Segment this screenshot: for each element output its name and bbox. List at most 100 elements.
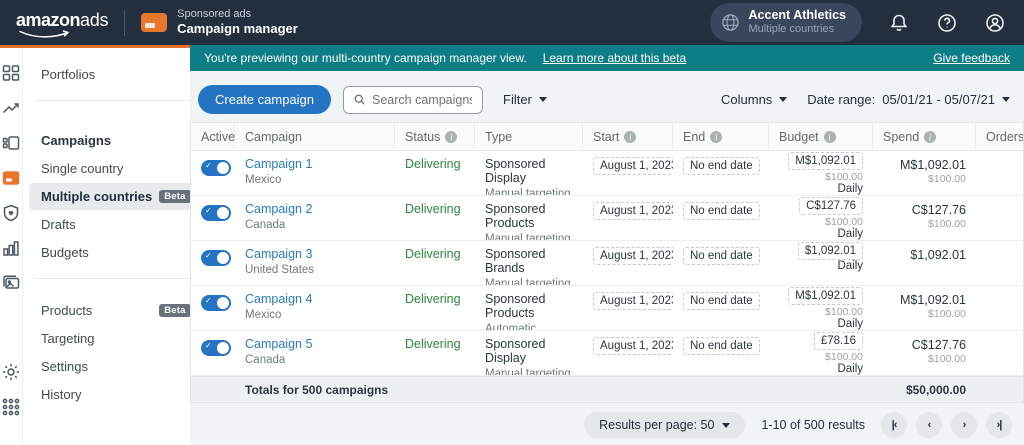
info-icon[interactable]: i <box>924 130 937 143</box>
end-date-field[interactable]: No end date <box>683 157 760 175</box>
status-badge: Delivering <box>405 247 461 261</box>
end-date-field[interactable]: No end date <box>683 202 760 220</box>
profile-icon[interactable] <box>984 12 1006 34</box>
spend-converted: $100.00 <box>928 173 966 185</box>
totals-spend: $50,000.00 <box>905 383 966 397</box>
budget-field[interactable]: $1,092.01 <box>797 242 863 260</box>
active-toggle[interactable] <box>201 340 231 356</box>
give-feedback-link[interactable]: Give feedback <box>933 51 1010 65</box>
start-date-field[interactable]: August 1, 2023 <box>593 157 673 175</box>
end-date-field[interactable]: No end date <box>683 337 760 355</box>
banner-message: You're previewing our multi-country camp… <box>204 51 527 65</box>
sidebar-item-budgets[interactable]: Budgets <box>29 239 203 266</box>
start-date-field[interactable]: August 1, 2023 <box>593 337 673 355</box>
notifications-bell-icon[interactable] <box>888 12 910 34</box>
first-page-button[interactable]: |‹ <box>881 412 907 438</box>
start-date-field[interactable]: August 1, 2023 <box>593 292 673 310</box>
learn-more-link[interactable]: Learn more about this beta <box>543 51 686 65</box>
active-toggle[interactable] <box>201 250 231 266</box>
table-row: Campaign 2 Canada Delivering Sponsored Pr… <box>191 196 1023 241</box>
budget-field[interactable]: £78.16 <box>813 332 863 350</box>
totals-row: Totals for 500 campaigns $50,000.00 <box>191 376 1023 402</box>
col-header-status[interactable]: Status i <box>395 123 475 151</box>
info-icon[interactable]: i <box>624 130 637 143</box>
sidebar-item-multiple-countries[interactable]: Multiple countries Beta <box>29 183 203 210</box>
chevron-down-icon <box>1002 97 1010 102</box>
account-scope: Multiple countries <box>748 23 835 36</box>
logo-suffix: ads <box>80 10 109 30</box>
create-campaign-button[interactable]: Create campaign <box>198 85 331 114</box>
icon-rail <box>0 48 23 445</box>
table-row: Campaign 3 United States Delivering Spons… <box>191 241 1023 286</box>
sidebar-item-products[interactable]: Products Beta <box>29 297 203 324</box>
last-page-button[interactable]: ›| <box>986 412 1012 438</box>
table-row: Campaign 4 Mexico Delivering Sponsored Pr… <box>191 286 1023 331</box>
info-icon[interactable]: i <box>445 130 458 143</box>
next-page-button[interactable]: › <box>951 412 977 438</box>
sidebar-item-history[interactable]: History <box>29 381 203 408</box>
reports-bar-chart-icon[interactable] <box>0 237 22 259</box>
sidebar-section-campaigns: Campaigns <box>41 133 112 148</box>
main-content: Create campaign Filter Columns Date rang… <box>190 71 1024 445</box>
spend-amount: C$127.76 <box>911 338 966 352</box>
budget-field[interactable]: M$1,092.01 <box>788 287 863 305</box>
col-header-orders[interactable]: Orders <box>976 123 1023 151</box>
active-toggle[interactable] <box>201 295 231 311</box>
active-toggle[interactable] <box>201 205 231 221</box>
sidebar-item-single-country[interactable]: Single country <box>29 155 203 182</box>
start-date-field[interactable]: August 1, 2023 <box>593 202 673 220</box>
amazon-ads-logo[interactable]: amazon ads <box>16 10 109 38</box>
filter-dropdown[interactable]: Filter <box>503 92 547 107</box>
help-icon[interactable] <box>936 12 958 34</box>
budget-converted: $100.00 <box>825 171 863 183</box>
totals-label: Totals for 500 campaigns <box>245 383 389 397</box>
campaigns-icon[interactable] <box>0 132 22 154</box>
creative-assets-icon[interactable] <box>0 272 22 294</box>
col-header-start[interactable]: Start i <box>583 123 673 151</box>
amazon-smile-icon <box>19 30 69 38</box>
info-icon[interactable]: i <box>823 130 836 143</box>
col-header-budget[interactable]: Budget i <box>769 123 873 151</box>
budget-cadence: Daily <box>837 183 863 195</box>
col-header-type[interactable]: Type <box>475 123 583 151</box>
campaign-link[interactable]: Campaign 3 <box>245 247 385 261</box>
search-input[interactable] <box>372 92 472 107</box>
start-date-field[interactable]: August 1, 2023 <box>593 247 673 265</box>
columns-dropdown[interactable]: Columns <box>721 92 788 107</box>
col-header-spend[interactable]: Spend i <box>873 123 976 151</box>
spend-amount: M$1,092.01 <box>899 158 966 172</box>
campaign-link[interactable]: Campaign 2 <box>245 202 385 216</box>
col-header-end[interactable]: End i <box>673 123 769 151</box>
end-date-field[interactable]: No end date <box>683 292 760 310</box>
col-header-active: Active <box>191 123 235 151</box>
table-row: Campaign 1 Mexico Delivering Sponsored Di… <box>191 151 1023 196</box>
toolbar: Create campaign Filter Columns Date rang… <box>190 71 1024 122</box>
sidebar-item-portfolios[interactable]: Portfolios <box>29 61 203 88</box>
dashboard-icon[interactable] <box>0 62 22 84</box>
col-header-campaign[interactable]: Campaign <box>235 123 395 151</box>
account-selector[interactable]: Accent Athletics Multiple countries <box>709 2 862 43</box>
date-range-dropdown[interactable]: Date range: 05/01/21 - 05/07/21 <box>807 92 1010 107</box>
settings-gear-icon[interactable] <box>0 361 22 383</box>
sidebar-item-settings[interactable]: Settings <box>29 353 203 380</box>
campaign-link[interactable]: Campaign 1 <box>245 157 385 171</box>
results-per-page-dropdown[interactable]: Results per page: 50 <box>584 412 746 438</box>
spend-amount: $1,092.01 <box>910 248 966 262</box>
apps-grid-icon[interactable] <box>0 396 22 418</box>
targeting-type: Manual targeting <box>485 368 571 376</box>
end-date-field[interactable]: No end date <box>683 247 760 265</box>
info-icon[interactable]: i <box>710 130 723 143</box>
sidebar-item-targeting[interactable]: Targeting <box>29 325 203 352</box>
campaign-link[interactable]: Campaign 5 <box>245 337 385 351</box>
pagination-bar: Results per page: 50 1-10 of 500 results… <box>190 403 1024 438</box>
previous-page-button[interactable]: ‹ <box>916 412 942 438</box>
beta-badge: Beta <box>159 304 191 317</box>
sidebar-item-drafts[interactable]: Drafts <box>29 211 203 238</box>
active-toggle[interactable] <box>201 160 231 176</box>
campaign-link[interactable]: Campaign 4 <box>245 292 385 306</box>
campaign-manager-icon[interactable] <box>0 167 22 189</box>
budget-field[interactable]: C$127.76 <box>799 197 863 215</box>
brand-safety-shield-icon[interactable] <box>0 202 22 224</box>
budget-field[interactable]: M$1,092.01 <box>788 152 863 170</box>
insights-trend-icon[interactable] <box>0 97 22 119</box>
